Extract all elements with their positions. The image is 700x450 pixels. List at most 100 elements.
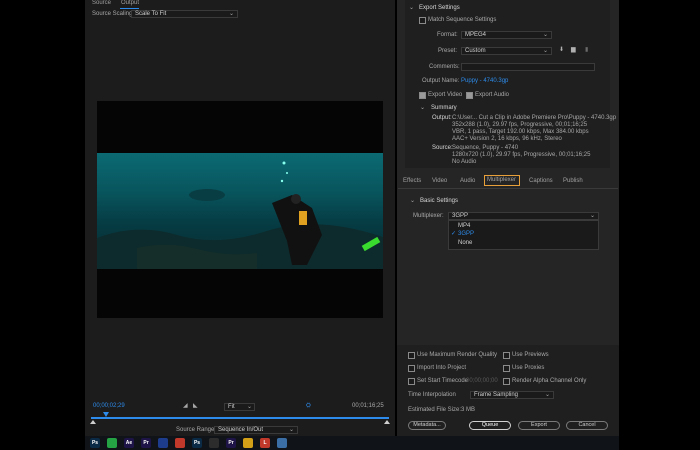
taskbar-pr2-icon[interactable]: Pr — [226, 438, 236, 448]
zoom-fit-select[interactable]: Fit ⌄ — [224, 403, 255, 411]
summary-output-line: 352x288 (1.0), 29.97 fps, Progressive, 0… — [452, 122, 588, 128]
summary-header: Summary — [431, 105, 457, 111]
export-settings-header: Export Settings — [419, 5, 460, 11]
output-tab-underline — [120, 8, 139, 9]
chevron-down-icon: ⌄ — [542, 48, 548, 54]
import-preset-icon[interactable]: ▆ — [571, 47, 576, 54]
in-point-handle[interactable] — [90, 420, 96, 424]
use-previews-label: Use Previews — [512, 352, 549, 358]
check-icon: ✓ — [451, 231, 457, 237]
tab-publish[interactable]: Publish — [563, 178, 583, 185]
export-button[interactable]: Export — [518, 421, 560, 430]
source-scaling-label: Source Scaling — [92, 11, 133, 17]
video-frame-image — [97, 153, 383, 269]
render-alpha-checkbox[interactable] — [503, 378, 510, 385]
taskbar-app12-icon[interactable] — [277, 438, 287, 448]
source-scaling-select[interactable]: Scale To Fit ⌄ — [131, 10, 238, 18]
time-interpolation-label: Time Interpolation — [408, 392, 456, 398]
use-proxies-label: Use Proxies — [512, 365, 545, 371]
tab-effects[interactable]: Effects — [403, 178, 421, 185]
multiplexer-dropdown: MP4 ✓ 3GPP None — [448, 220, 599, 250]
tab-captions[interactable]: Captions — [529, 178, 553, 185]
save-preset-icon[interactable]: ⬇ — [559, 47, 564, 54]
export-audio-label: Export Audio — [475, 92, 510, 98]
summary-output-line: AAC+ Version 2, 16 kbps, 96 kHz, Stereo — [452, 136, 562, 142]
multiplexer-select[interactable]: 3GPP ⌄ — [448, 212, 599, 220]
summary-source-line: 1280x720 (1.0), 29.97 fps, Progressive, … — [452, 152, 591, 158]
summary-output-line: VBR, 1 pass, Target 192.00 kbps, Max 384… — [452, 129, 589, 135]
tab-multiplexer[interactable]: Multiplexer — [484, 175, 520, 186]
chevron-down-icon: ⌄ — [246, 404, 252, 410]
export-video-checkbox[interactable] — [419, 92, 426, 99]
taskbar-app11-icon[interactable]: L — [260, 438, 270, 448]
taskbar-pr-icon[interactable]: Pr — [141, 438, 151, 448]
tab-output[interactable]: Output — [121, 0, 139, 7]
max-render-quality-label: Use Maximum Render Quality — [417, 352, 498, 358]
set-start-timecode-label: Set Start Timecode — [417, 378, 469, 384]
import-into-project-checkbox[interactable] — [408, 365, 415, 372]
use-previews-checkbox[interactable] — [503, 352, 510, 359]
basic-settings-collapse-icon[interactable]: ⌄ — [410, 198, 415, 205]
basic-settings-header: Basic Settings — [420, 198, 459, 204]
estimated-file-size-value: 3 MB — [461, 407, 476, 413]
dropdown-option-selected[interactable]: 3GPP — [458, 231, 474, 238]
chevron-down-icon: ⌄ — [544, 392, 550, 398]
summary-collapse-icon[interactable]: ⌄ — [420, 105, 425, 112]
chevron-down-icon: ⌄ — [589, 213, 595, 219]
preset-label: Preset: — [438, 48, 458, 54]
tab-audio[interactable]: Audio — [460, 178, 475, 185]
set-start-timecode-checkbox[interactable] — [408, 378, 415, 385]
output-name-link[interactable]: Puppy - 4740.3gp — [461, 78, 508, 85]
out-point-handle[interactable] — [384, 420, 390, 424]
right-edge-strip — [619, 0, 700, 436]
use-proxies-checkbox[interactable] — [503, 365, 510, 372]
match-sequence-checkbox[interactable] — [419, 17, 426, 24]
end-timecode: 00;01;16;25 — [352, 403, 384, 409]
comments-label: Comments: — [429, 64, 460, 70]
timeline-track[interactable] — [91, 417, 389, 419]
taskbar-app6-icon[interactable] — [175, 438, 185, 448]
delete-preset-icon[interactable]: ▮ — [585, 47, 588, 54]
current-timecode[interactable]: 00;00;02;29 — [93, 403, 125, 410]
time-interpolation-select[interactable]: Frame Sampling ⌄ — [470, 391, 554, 399]
dropdown-option[interactable]: None — [458, 240, 472, 247]
comments-input[interactable] — [461, 63, 595, 71]
chevron-down-icon: ⌄ — [288, 427, 294, 433]
summary-source-label: Source: — [432, 145, 453, 151]
dropdown-option[interactable]: MP4 — [458, 223, 470, 230]
export-video-label: Export Video — [428, 92, 463, 98]
match-sequence-label: Match Sequence Settings — [428, 17, 497, 23]
summary-source-line: No Audio — [452, 159, 477, 165]
mark-in-icon[interactable]: ◢ — [183, 403, 188, 410]
mark-out-icon[interactable]: ◣ — [193, 403, 198, 410]
summary-output-label: Output: — [432, 115, 452, 121]
preset-select[interactable]: Custom ⌄ — [461, 47, 552, 55]
cancel-button[interactable]: Cancel — [566, 421, 608, 430]
source-range-label: Source Range — [176, 427, 215, 433]
format-label: Format: — [437, 32, 458, 38]
taskbar-app10-icon[interactable] — [243, 438, 253, 448]
taskbar-ps-icon[interactable]: Ps — [90, 438, 100, 448]
taskbar-app8-icon[interactable] — [209, 438, 219, 448]
playhead[interactable] — [102, 412, 109, 417]
start-timecode-value[interactable]: 00;00;00;00 — [466, 378, 498, 385]
taskbar-whatsapp-icon[interactable] — [107, 438, 117, 448]
metadata-button[interactable]: Metadata... — [408, 421, 446, 430]
max-render-quality-checkbox[interactable] — [408, 352, 415, 359]
taskbar-ps2-icon[interactable]: Ps — [192, 438, 202, 448]
settings-icon[interactable]: ⛭ — [306, 403, 311, 410]
source-range-select[interactable]: Sequence In/Out ⌄ — [214, 426, 298, 434]
taskbar-ae-icon[interactable]: Ae — [124, 438, 134, 448]
tab-source[interactable]: Source — [92, 0, 111, 7]
tab-video[interactable]: Video — [432, 178, 447, 185]
taskbar-app5-icon[interactable] — [158, 438, 168, 448]
format-select[interactable]: MPEG4 ⌄ — [461, 31, 552, 39]
video-preview — [97, 101, 383, 318]
collapse-icon[interactable]: ⌄ — [409, 5, 414, 12]
output-name-label: Output Name: — [422, 78, 460, 84]
multiplexer-label: Multiplexer: — [413, 213, 444, 219]
underwater-scene — [97, 161, 383, 269]
queue-button[interactable]: Queue — [469, 421, 511, 430]
export-audio-checkbox[interactable] — [466, 92, 473, 99]
import-into-project-label: Import Into Project — [417, 365, 467, 371]
